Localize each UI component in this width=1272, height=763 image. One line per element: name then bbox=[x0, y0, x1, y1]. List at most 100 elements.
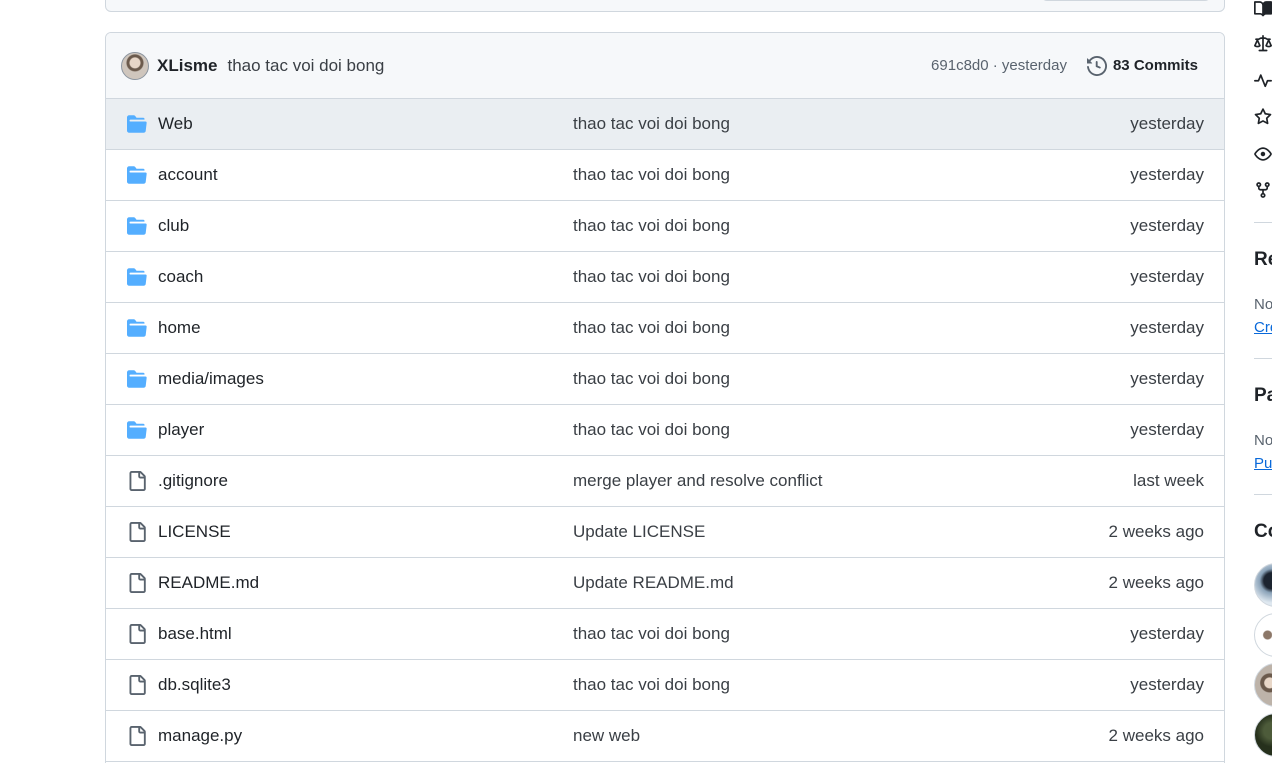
file-commit-age: yesterday bbox=[1130, 420, 1204, 439]
file-commit-age: yesterday bbox=[1130, 318, 1204, 337]
folder-icon bbox=[127, 421, 147, 439]
publish-package-link[interactable]: Pu bbox=[1254, 455, 1272, 472]
file-row[interactable]: coach thao tac voi doi bong yesterday bbox=[106, 252, 1224, 303]
file-commit-message-link[interactable]: thao tac voi doi bong bbox=[573, 267, 730, 287]
folder-icon-wrap bbox=[126, 420, 148, 440]
file-row[interactable]: README.md Update README.md 2 weeks ago bbox=[106, 558, 1224, 609]
file-row[interactable]: Web thao tac voi doi bong yesterday bbox=[106, 99, 1224, 150]
latest-commit-bar: XLisme thao tac voi doi bong 691c8d0 · y… bbox=[106, 33, 1224, 99]
file-icon-wrap bbox=[126, 624, 148, 644]
sidebar-divider bbox=[1254, 358, 1272, 359]
repo-forked-icon[interactable] bbox=[1254, 181, 1272, 199]
file-commit-age: last week bbox=[1133, 471, 1204, 490]
contributor-avatar[interactable] bbox=[1254, 563, 1272, 607]
folder-icon-wrap bbox=[126, 216, 148, 236]
file-commit-age: yesterday bbox=[1130, 369, 1204, 388]
file-commit-message-link[interactable]: thao tac voi doi bong bbox=[573, 675, 730, 695]
sidebar-divider bbox=[1254, 222, 1272, 223]
file-commit-message-link[interactable]: merge player and resolve conflict bbox=[573, 471, 822, 491]
file-row[interactable]: media/images thao tac voi doi bong yesterd… bbox=[106, 354, 1224, 405]
file-name-link[interactable]: base.html bbox=[158, 624, 232, 644]
contributor-avatar[interactable] bbox=[1254, 613, 1272, 657]
file-icon bbox=[129, 573, 146, 593]
file-name-link[interactable]: README.md bbox=[158, 573, 259, 593]
author-avatar[interactable] bbox=[121, 51, 149, 80]
releases-heading[interactable]: Re bbox=[1254, 249, 1272, 271]
file-icon-wrap bbox=[126, 471, 148, 491]
file-name-link[interactable]: player bbox=[158, 420, 204, 440]
file-commit-message-link[interactable]: Update README.md bbox=[573, 573, 734, 593]
file-row[interactable]: LICENSE Update LICENSE 2 weeks ago bbox=[106, 507, 1224, 558]
folder-icon-wrap bbox=[126, 318, 148, 338]
file-icon-wrap bbox=[126, 573, 148, 593]
file-commit-age: yesterday bbox=[1130, 216, 1204, 235]
folder-icon-wrap bbox=[126, 369, 148, 389]
file-name-link[interactable]: club bbox=[158, 216, 189, 236]
folder-icon-wrap bbox=[126, 267, 148, 287]
folder-icon bbox=[127, 115, 147, 133]
releases-empty-text: No bbox=[1254, 296, 1272, 313]
file-commit-message-link[interactable]: thao tac voi doi bong bbox=[573, 420, 730, 440]
file-row[interactable]: home thao tac voi doi bong yesterday bbox=[106, 303, 1224, 354]
file-row[interactable]: manage.py new web 2 weeks ago bbox=[106, 711, 1224, 762]
book-icon[interactable] bbox=[1254, 0, 1272, 18]
file-commit-age: 2 weeks ago bbox=[1108, 726, 1204, 745]
file-commit-message-link[interactable]: thao tac voi doi bong bbox=[573, 369, 730, 389]
file-icon bbox=[129, 675, 146, 695]
file-name-link[interactable]: Web bbox=[158, 114, 193, 134]
file-icon bbox=[129, 624, 146, 644]
file-name-link[interactable]: coach bbox=[158, 267, 203, 287]
file-commit-message-link[interactable]: thao tac voi doi bong bbox=[573, 624, 730, 644]
contributor-avatar[interactable] bbox=[1254, 663, 1272, 707]
file-table: XLisme thao tac voi doi bong 691c8d0 · y… bbox=[105, 32, 1225, 763]
file-commit-message-link[interactable]: thao tac voi doi bong bbox=[573, 165, 730, 185]
eye-icon[interactable] bbox=[1254, 145, 1272, 163]
file-row[interactable]: player thao tac voi doi bong yesterday bbox=[106, 405, 1224, 456]
file-row[interactable]: club thao tac voi doi bong yesterday bbox=[106, 201, 1224, 252]
file-icon-wrap bbox=[126, 726, 148, 746]
star-icon[interactable] bbox=[1254, 108, 1272, 126]
contributor-avatar[interactable] bbox=[1254, 713, 1272, 757]
file-commit-age: 2 weeks ago bbox=[1108, 522, 1204, 541]
contributors-heading[interactable]: Co bbox=[1254, 521, 1272, 543]
file-name-link[interactable]: LICENSE bbox=[158, 522, 231, 542]
packages-heading[interactable]: Pa bbox=[1254, 385, 1272, 407]
file-row[interactable]: account thao tac voi doi bong yesterday bbox=[106, 150, 1224, 201]
file-commit-message-link[interactable]: thao tac voi doi bong bbox=[573, 318, 730, 338]
folder-icon bbox=[127, 217, 147, 235]
file-name-link[interactable]: .gitignore bbox=[158, 471, 228, 491]
file-name-link[interactable]: account bbox=[158, 165, 218, 185]
law-icon[interactable] bbox=[1254, 35, 1272, 53]
code-button-remnant[interactable] bbox=[1041, 0, 1211, 1]
create-release-link[interactable]: Cre bbox=[1254, 319, 1272, 336]
folder-icon bbox=[127, 319, 147, 337]
file-commit-age: 2 weeks ago bbox=[1108, 573, 1204, 592]
file-list: Web thao tac voi doi bong yesterday account… bbox=[106, 99, 1224, 762]
file-commit-message-link[interactable]: thao tac voi doi bong bbox=[573, 216, 730, 236]
commit-message[interactable]: thao tac voi doi bong bbox=[227, 56, 384, 76]
file-commit-age: yesterday bbox=[1130, 114, 1204, 133]
file-commit-age: yesterday bbox=[1130, 675, 1204, 694]
file-commit-message-link[interactable]: thao tac voi doi bong bbox=[573, 114, 730, 134]
pulse-icon[interactable] bbox=[1254, 72, 1272, 90]
file-row[interactable]: base.html thao tac voi doi bong yesterday bbox=[106, 609, 1224, 660]
repo-sidebar: Re No Cre Pa No Pu Co bbox=[1254, 0, 1272, 763]
file-name-link[interactable]: manage.py bbox=[158, 726, 242, 746]
commit-hash-time[interactable]: 691c8d0 · yesterday bbox=[931, 57, 1067, 74]
file-icon bbox=[129, 726, 146, 746]
file-commit-message-link[interactable]: Update LICENSE bbox=[573, 522, 705, 542]
file-row[interactable]: db.sqlite3 thao tac voi doi bong yesterday bbox=[106, 660, 1224, 711]
file-commit-message-link[interactable]: new web bbox=[573, 726, 640, 746]
file-icon-wrap bbox=[126, 675, 148, 695]
packages-empty-text: No bbox=[1254, 432, 1272, 449]
commits-count: 83 Commits bbox=[1112, 57, 1198, 74]
file-commit-age: yesterday bbox=[1130, 165, 1204, 184]
repo-toolbar-remnant bbox=[105, 0, 1225, 12]
file-row[interactable]: .gitignore merge player and resolve confl… bbox=[106, 456, 1224, 507]
commit-author[interactable]: XLisme bbox=[157, 56, 217, 76]
file-name-link[interactable]: db.sqlite3 bbox=[158, 675, 231, 695]
file-name-link[interactable]: home bbox=[158, 318, 201, 338]
file-name-link[interactable]: media/images bbox=[158, 369, 264, 389]
commits-history-link[interactable]: 83 Commits bbox=[1086, 55, 1198, 76]
folder-icon bbox=[127, 268, 147, 286]
